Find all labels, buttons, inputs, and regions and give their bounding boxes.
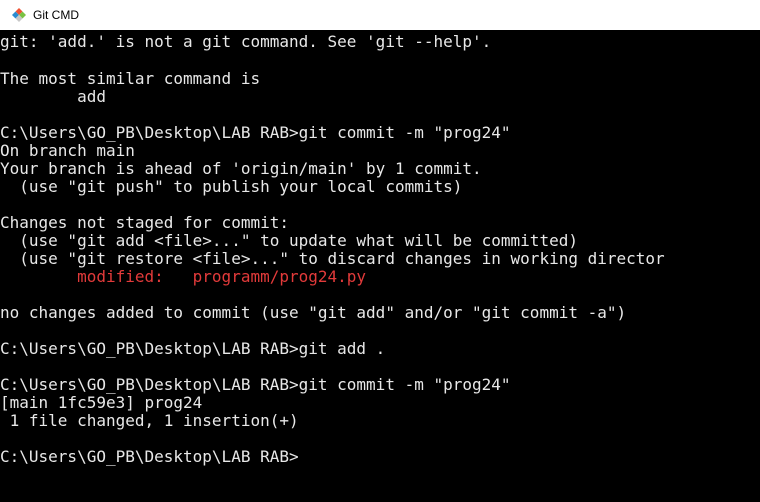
terminal-line: Your branch is ahead of 'origin/main' by… [0,160,482,178]
terminal-line: no changes added to commit (use "git add… [0,304,627,322]
git-diamond-icon [11,7,27,23]
terminal-line: (use "git push" to publish your local co… [0,178,463,196]
terminal-line: [main 1fc59e3] prog24 [0,394,203,412]
terminal-line: On branch main [0,142,135,160]
terminal-line: Changes not staged for commit: [0,214,289,232]
window-title: Git CMD [33,8,79,22]
terminal-line: C:\Users\GO_PB\Desktop\LAB RAB>git add . [0,340,386,358]
terminal-line: git: 'add.' is not a git command. See 'g… [0,33,492,51]
terminal-line: C:\Users\GO_PB\Desktop\LAB RAB>git commi… [0,376,511,394]
terminal-line: (use "git add <file>..." to update what … [0,232,578,250]
terminal-line: add [0,88,106,106]
window-title-bar[interactable]: Git CMD [0,0,760,30]
terminal-prompt: C:\Users\GO_PB\Desktop\LAB RAB> [0,448,299,466]
terminal-line-modified: modified: programm/prog24.py [0,268,367,286]
terminal-output[interactable]: git: 'add.' is not a git command. See 'g… [0,30,760,502]
terminal-line: The most similar command is [0,70,261,88]
terminal-line: 1 file changed, 1 insertion(+) [0,412,299,430]
terminal-line: (use "git restore <file>..." to discard … [0,250,665,268]
terminal-line: C:\Users\GO_PB\Desktop\LAB RAB>git commi… [0,124,511,142]
